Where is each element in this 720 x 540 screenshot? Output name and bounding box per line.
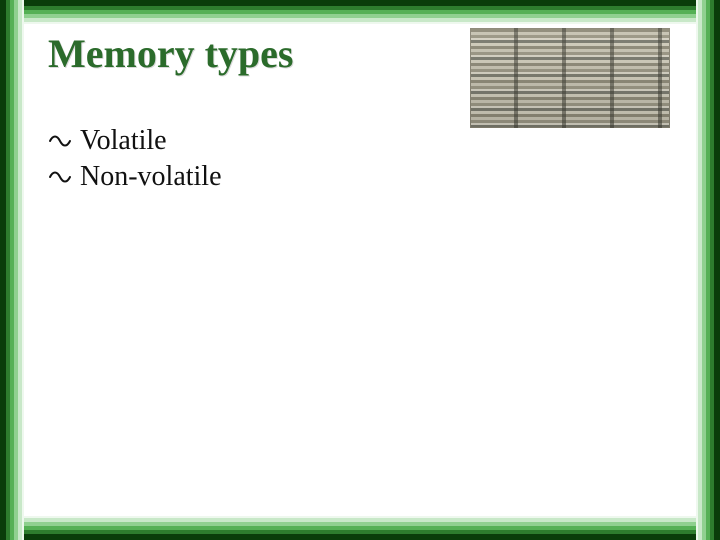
slide-title: Memory types [48,24,672,95]
slide-body: Volatile Non-volatile [48,95,672,193]
flourish-bullet-icon [48,165,72,189]
flourish-bullet-icon [48,129,72,153]
slide-content: Memory types Volatile Non-volatile [48,24,672,516]
bullet-label: Non-volatile [80,161,222,193]
bullet-label: Volatile [80,125,167,157]
slide: Memory types Volatile Non-volatile [0,0,720,540]
list-item: Non-volatile [48,161,672,193]
list-item: Volatile [48,125,672,157]
